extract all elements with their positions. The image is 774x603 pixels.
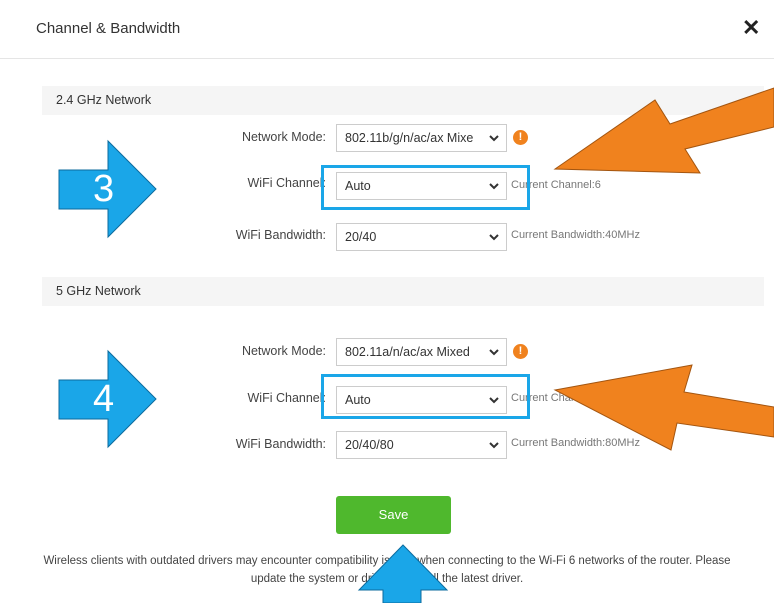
blue-arrow-up — [357, 544, 449, 603]
orange-arrow-bottom — [553, 364, 774, 451]
step-number-3: 3 — [93, 168, 115, 210]
step-number-4: 4 — [93, 378, 115, 420]
orange-arrow-top — [553, 87, 774, 174]
annotation-arrows — [58, 87, 774, 603]
